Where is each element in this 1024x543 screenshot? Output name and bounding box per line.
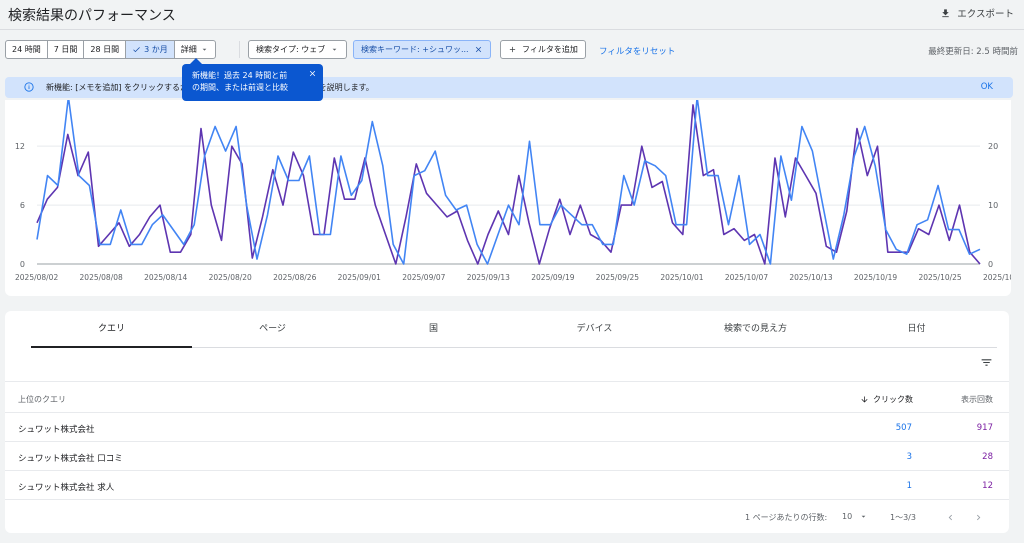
rows-per-page-value: 10	[842, 512, 853, 521]
pagination: 1 ページあたりの行数: 10 1～3/3	[745, 512, 995, 524]
range-label: 詳細	[180, 45, 197, 54]
clicks-cell: 507	[895, 423, 912, 433]
x-tick-label: 2025/08/02	[15, 273, 58, 282]
x-tick-label: 2025/10/07	[725, 273, 768, 282]
x-tick-label: 2025/10/25	[918, 273, 961, 282]
clicks-cell: 3	[906, 452, 912, 462]
tooltip-line-1: 新機能！過去 24 時間と前	[192, 71, 288, 80]
reset-filters-link[interactable]: フィルタをリセット	[599, 45, 675, 57]
date-range-selector: 24 時間 7 日間 28 日間 3 か月 詳細	[5, 40, 216, 59]
table-row[interactable]: シュワット株式会社 口コミ 3 28	[5, 442, 1009, 471]
impressions-cell: 917	[976, 423, 993, 433]
range-label: 24 時間	[12, 45, 41, 54]
y-left-tick-label: 12	[15, 142, 25, 151]
check-icon	[133, 47, 140, 53]
rows-per-page-select[interactable]: 10	[842, 512, 868, 521]
banner-ok-button[interactable]: OK	[981, 82, 993, 92]
query-cell: シュワット株式会社 口コミ	[18, 454, 123, 464]
y-right-tick-label: 10	[988, 201, 998, 210]
query-cell: シュワット株式会社 求人	[18, 483, 115, 493]
compare-tooltip: 新機能！過去 24 時間と前 の期間、または前週と比較	[182, 58, 323, 101]
dimension-tabs: クエリ ページ 国 デバイス 検索での見え方 日付	[31, 311, 997, 348]
x-tick-label: 2025/08/08	[80, 273, 123, 282]
caret-down-icon	[861, 515, 866, 518]
column-header-impressions[interactable]: 表示回数	[961, 394, 993, 405]
x-tick-label: 2025/08/26	[273, 273, 316, 282]
divider	[239, 41, 240, 58]
caret-down-icon	[202, 48, 207, 51]
tab-queries[interactable]: クエリ	[31, 311, 192, 348]
y-right-tick-label: 0	[988, 260, 993, 269]
range-label: 28 日間	[90, 45, 120, 54]
y-left-tick-label: 6	[20, 201, 25, 210]
chevron-right-icon[interactable]	[973, 512, 984, 523]
x-tick-label: 2025/10/31	[983, 273, 1011, 282]
table-header: 上位のクエリ クリック数 表示回数	[5, 381, 1009, 413]
range-24h-button[interactable]: 24 時間	[6, 41, 48, 58]
column-header-query[interactable]: 上位のクエリ	[18, 394, 66, 405]
tab-search-appearance[interactable]: 検索での見え方	[675, 311, 836, 347]
impressions-cell: 12	[982, 481, 993, 491]
tab-pages[interactable]: ページ	[192, 311, 353, 347]
export-button[interactable]: エクスポート	[940, 6, 1014, 20]
keyword-filter-chip[interactable]: 検索キーワード: +シュワッ...	[353, 40, 491, 59]
column-header-clicks-label: クリック数	[873, 395, 913, 404]
x-tick-label: 2025/09/01	[338, 273, 381, 282]
range-label: 3 か月	[144, 45, 168, 54]
tab-dates[interactable]: 日付	[836, 311, 997, 347]
x-tick-label: 2025/10/19	[854, 273, 897, 282]
x-tick-label: 2025/10/13	[789, 273, 832, 282]
y-left-tick-label: 0	[20, 260, 25, 269]
y-right-tick-label: 20	[988, 142, 998, 151]
filter-list-icon[interactable]	[980, 356, 993, 369]
x-tick-label: 2025/10/01	[660, 273, 703, 282]
info-banner: 新機能: [メモを追加] をクリックするか 情報にメモを追加し、データの変動を説…	[5, 77, 1013, 98]
tooltip-line-2: の期間、または前週と比較	[192, 83, 288, 92]
column-header-clicks[interactable]: クリック数	[860, 394, 913, 405]
range-3m-button[interactable]: 3 か月	[126, 41, 175, 58]
table-row[interactable]: シュワット株式会社 507 917	[5, 413, 1009, 442]
range-28d-button[interactable]: 28 日間	[84, 41, 127, 58]
plus-icon	[509, 46, 516, 53]
add-filter-label: フィルタを追加	[522, 45, 578, 54]
tab-devices[interactable]: デバイス	[514, 311, 675, 347]
export-label: エクスポート	[957, 9, 1014, 20]
rows-per-page-label: 1 ページあたりの行数:	[745, 513, 828, 522]
close-icon[interactable]	[474, 45, 483, 54]
keyword-filter-label: 検索キーワード: +シュワッ...	[361, 45, 469, 54]
filter-bar: 24 時間 7 日間 28 日間 3 か月 詳細 検索タイプ: ウェブ 検索キー…	[0, 38, 1024, 62]
chevron-left-icon[interactable]	[945, 512, 956, 523]
page-range-text: 1～3/3	[890, 513, 916, 522]
last-updated-text: 最終更新日: 2.5 時間前	[928, 47, 1018, 57]
clicks-series-line	[36, 100, 981, 265]
clicks-cell: 1	[906, 481, 912, 491]
x-tick-label: 2025/09/07	[402, 273, 445, 282]
query-cell: シュワット株式会社	[18, 425, 95, 435]
x-tick-label: 2025/09/19	[531, 273, 574, 282]
header-bar: 検索結果のパフォーマンス エクスポート	[0, 0, 1024, 30]
range-label: 7 日間	[53, 45, 78, 54]
x-tick-label: 2025/08/14	[144, 273, 187, 282]
range-detail-dropdown[interactable]: 詳細	[175, 41, 215, 58]
info-icon	[24, 82, 34, 92]
table-row[interactable]: シュワット株式会社 求人 1 12	[5, 471, 1009, 500]
page-title: 検索結果のパフォーマンス	[8, 8, 176, 24]
x-tick-label: 2025/09/25	[596, 273, 639, 282]
caret-down-icon	[332, 48, 337, 51]
performance-line-chart: 0 6 12 0 10 20 2025/08/02 2025/08/08 2025/08/14 2…	[15, 100, 1011, 282]
tab-countries[interactable]: 国	[353, 311, 514, 347]
search-type-label: 検索タイプ: ウェブ	[256, 45, 326, 54]
add-filter-button[interactable]: フィルタを追加	[500, 40, 586, 59]
arrow-down-icon	[861, 396, 868, 403]
download-icon	[942, 8, 949, 17]
performance-chart-card: 0 6 12 0 10 20 2025/08/02 2025/08/08 2025/08/14 2…	[5, 100, 1011, 296]
x-tick-label: 2025/08/20	[209, 273, 252, 282]
search-type-dropdown[interactable]: 検索タイプ: ウェブ	[248, 40, 348, 59]
range-7d-button[interactable]: 7 日間	[48, 41, 85, 58]
x-tick-label: 2025/09/13	[467, 273, 510, 282]
data-table-card: クエリ ページ 国 デバイス 検索での見え方 日付 上位のクエリ クリック数 表…	[5, 311, 1009, 533]
close-icon[interactable]	[308, 69, 317, 78]
impressions-cell: 28	[982, 452, 993, 462]
